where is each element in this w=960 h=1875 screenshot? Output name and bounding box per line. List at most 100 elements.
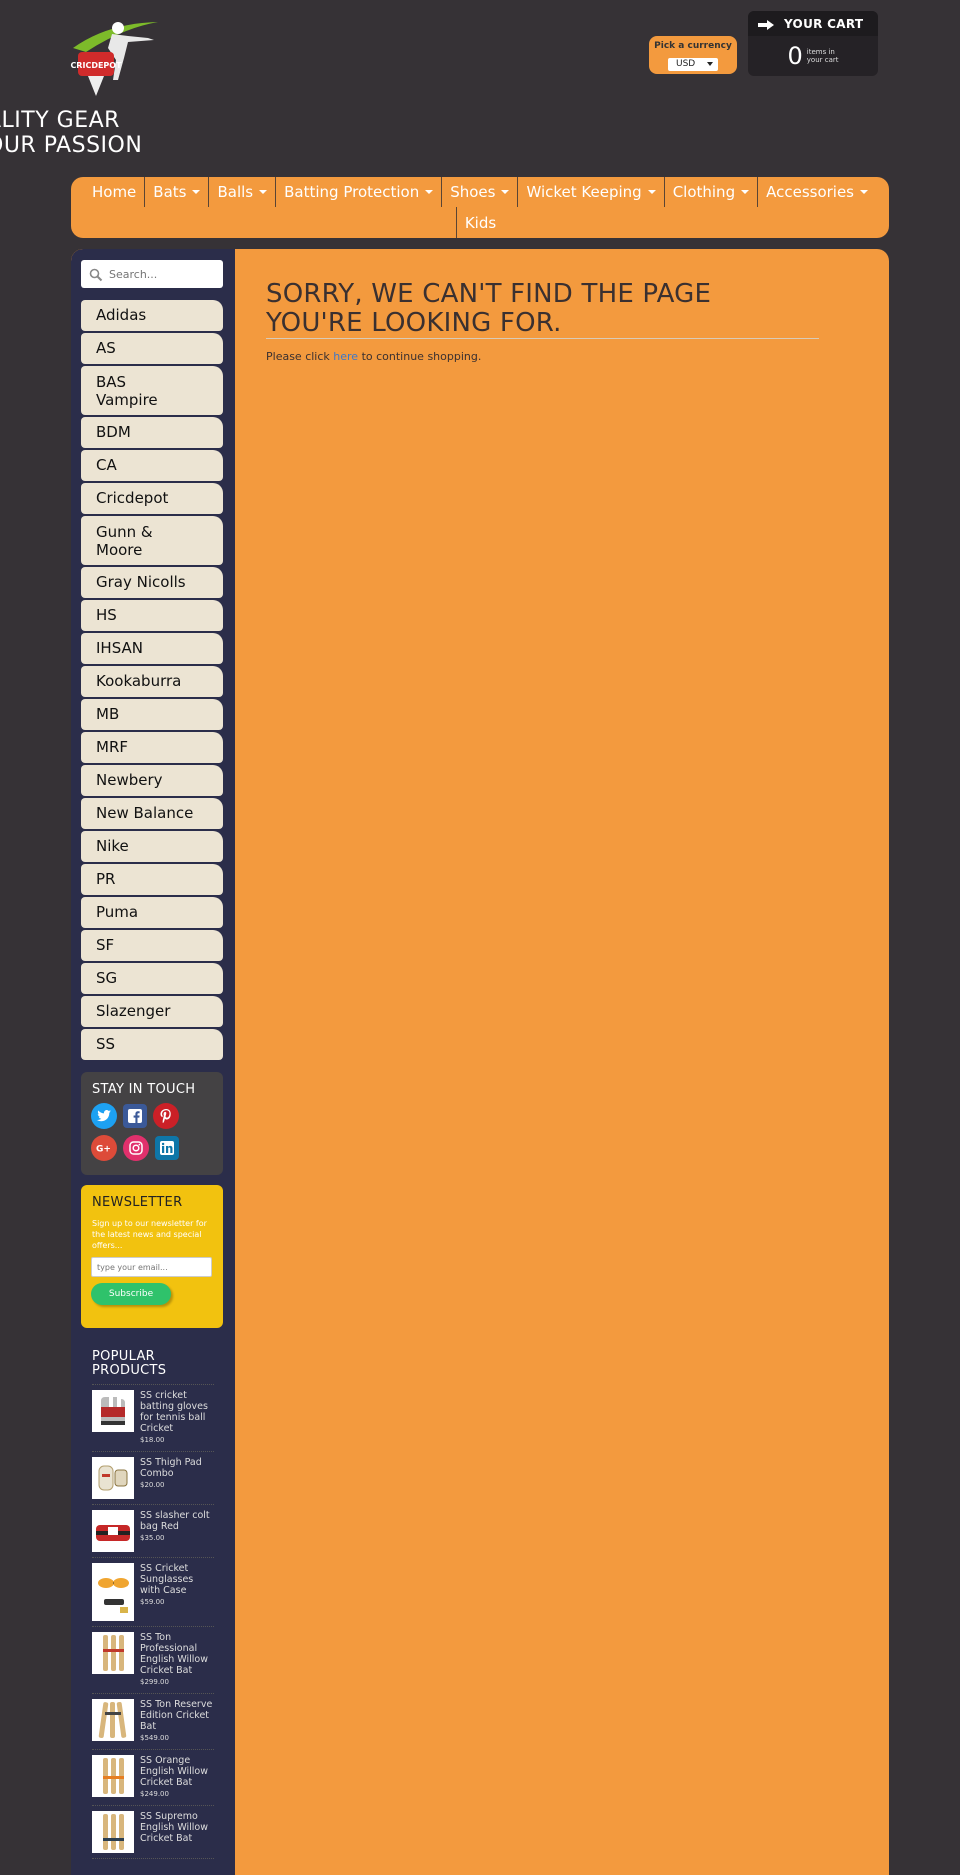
page-title: SORRY, WE CAN'T FIND THE PAGE YOU'RE LOO… bbox=[266, 280, 819, 339]
sidebar-item-mrf[interactable]: MRF bbox=[81, 732, 223, 763]
sidebar-item-ss[interactable]: SS bbox=[81, 1029, 223, 1060]
product-thumbnail[interactable] bbox=[92, 1632, 134, 1674]
nav-item-wicket-keeping[interactable]: Wicket Keeping bbox=[517, 177, 663, 207]
nav-item-home[interactable]: Home bbox=[84, 177, 144, 207]
google-plus-icon[interactable]: G+ bbox=[91, 1135, 117, 1161]
product-item[interactable]: SS Orange English Willow Cricket Bat $24… bbox=[92, 1750, 214, 1806]
product-item[interactable]: SS Thigh Pad Combo $20.00 bbox=[92, 1452, 214, 1505]
search-input[interactable] bbox=[109, 267, 209, 281]
product-item[interactable]: SS slasher colt bag Red $35.00 bbox=[92, 1505, 214, 1558]
product-name[interactable]: SS Ton Reserve Edition Cricket Bat bbox=[140, 1699, 214, 1732]
content-area: Adidas AS BAS Vampire BDM CA Cricdepot G… bbox=[71, 249, 889, 1875]
nav-item-shoes[interactable]: Shoes bbox=[441, 177, 517, 207]
product-name[interactable]: SS Thigh Pad Combo bbox=[140, 1457, 214, 1479]
sidebar-item-kookaburra[interactable]: Kookaburra bbox=[81, 666, 223, 697]
nav-item-balls[interactable]: Balls bbox=[208, 177, 275, 207]
product-name[interactable]: SS Supremo English Willow Cricket Bat bbox=[140, 1811, 214, 1844]
caret-down-icon bbox=[425, 190, 434, 194]
sidebar-item-pr[interactable]: PR bbox=[81, 864, 223, 895]
subscribe-button[interactable]: Subscribe bbox=[91, 1283, 171, 1305]
nav-item-accessories[interactable]: Accessories bbox=[757, 177, 876, 207]
product-thumbnail[interactable] bbox=[92, 1811, 134, 1853]
sidebar-item-adidas[interactable]: Adidas bbox=[81, 300, 223, 331]
cart-text-line-2: your cart bbox=[806, 56, 839, 64]
caret-down-icon bbox=[707, 62, 713, 66]
nav-label: Bats bbox=[153, 183, 187, 201]
nav-label: Accessories bbox=[766, 183, 854, 201]
product-name[interactable]: SS cricket batting gloves for tennis bal… bbox=[140, 1390, 214, 1434]
not-found-message: Please click here to continue shopping. bbox=[266, 350, 819, 363]
product-thumbnail[interactable] bbox=[92, 1390, 134, 1432]
site-logo[interactable]: CRICDEPOT bbox=[68, 18, 163, 103]
product-item[interactable]: SS Ton Professional English Willow Crick… bbox=[92, 1627, 214, 1694]
svg-text:G+: G+ bbox=[96, 1145, 111, 1154]
cart-count: 0 bbox=[787, 42, 803, 70]
sidebar-item-newbery[interactable]: Newbery bbox=[81, 765, 223, 796]
sidebar-item-puma[interactable]: Puma bbox=[81, 897, 223, 928]
twitter-icon[interactable] bbox=[91, 1103, 117, 1129]
product-item[interactable]: SS Supremo English Willow Cricket Bat bbox=[92, 1806, 214, 1859]
sidebar-item-sg[interactable]: SG bbox=[81, 963, 223, 994]
sidebar-item-gunn-moore[interactable]: Gunn & Moore bbox=[81, 516, 223, 565]
cart-title: YOUR CART bbox=[784, 16, 864, 31]
sidebar-item-bdm[interactable]: BDM bbox=[81, 417, 223, 448]
product-name[interactable]: SS Cricket Sunglasses with Case bbox=[140, 1563, 214, 1596]
stay-in-touch-title: STAY IN TOUCH bbox=[92, 1082, 196, 1097]
sidebar-item-sf[interactable]: SF bbox=[81, 930, 223, 961]
product-item[interactable]: SS cricket batting gloves for tennis bal… bbox=[92, 1385, 214, 1452]
product-price: $549.00 bbox=[140, 1734, 169, 1742]
newsletter-email-field[interactable] bbox=[91, 1257, 212, 1277]
nav-label: Balls bbox=[217, 183, 254, 201]
product-item[interactable]: SS Ton Reserve Edition Cricket Bat $549.… bbox=[92, 1694, 214, 1750]
caret-down-icon bbox=[860, 190, 868, 194]
page-title-line-1: SORRY, WE CAN'T FIND THE PAGE bbox=[266, 279, 712, 309]
logo-text: CRICDEPOT bbox=[70, 61, 122, 70]
nav-item-batting-protection[interactable]: Batting Protection bbox=[275, 177, 441, 207]
pinterest-icon[interactable] bbox=[153, 1103, 179, 1129]
facebook-icon[interactable] bbox=[123, 1104, 147, 1128]
product-thumbnail[interactable] bbox=[92, 1755, 134, 1797]
sidebar-item-as[interactable]: AS bbox=[81, 333, 223, 364]
message-prefix: Please click bbox=[266, 350, 334, 363]
nav-item-bats[interactable]: Bats bbox=[144, 177, 208, 207]
nav-item-kids[interactable]: Kids bbox=[455, 207, 504, 238]
cart-text-line-1: items in bbox=[806, 48, 835, 56]
product-thumbnail[interactable] bbox=[92, 1699, 134, 1741]
popular-products-title: POPULAR PRODUCTS bbox=[92, 1350, 214, 1385]
sidebar-item-nike[interactable]: Nike bbox=[81, 831, 223, 862]
product-thumbnail[interactable] bbox=[92, 1457, 134, 1499]
sidebar-item-ihsan[interactable]: IHSAN bbox=[81, 633, 223, 664]
popular-title-line-2: PRODUCTS bbox=[92, 1363, 167, 1378]
tagline-line-1: ALITY GEAR bbox=[0, 108, 120, 133]
currency-select[interactable]: USD bbox=[668, 58, 718, 71]
nav-item-clothing[interactable]: Clothing bbox=[663, 177, 757, 207]
sidebar: Adidas AS BAS Vampire BDM CA Cricdepot G… bbox=[71, 249, 235, 1875]
sidebar-item-new-balance[interactable]: New Balance bbox=[81, 798, 223, 829]
sidebar-item-slazenger[interactable]: Slazenger bbox=[81, 996, 223, 1027]
newsletter-text: Sign up to our newsletter for the latest… bbox=[92, 1219, 207, 1250]
instagram-icon[interactable] bbox=[123, 1135, 149, 1161]
product-name[interactable]: SS Orange English Willow Cricket Bat bbox=[140, 1755, 214, 1788]
message-suffix: to continue shopping. bbox=[358, 350, 482, 363]
sidebar-item-cricdepot[interactable]: Cricdepot bbox=[81, 483, 223, 514]
sidebar-item-ca[interactable]: CA bbox=[81, 450, 223, 481]
stay-in-touch-panel: STAY IN TOUCH G+ bbox=[81, 1072, 223, 1175]
popular-title-line-1: POPULAR bbox=[92, 1349, 155, 1364]
product-price: $249.00 bbox=[140, 1790, 169, 1798]
linkedin-icon[interactable] bbox=[155, 1136, 179, 1160]
product-thumbnail[interactable] bbox=[92, 1510, 134, 1552]
currency-picker: Pick a currency USD bbox=[649, 36, 737, 74]
cart-widget[interactable]: YOUR CART 0 items in your cart bbox=[748, 11, 878, 76]
nav-label: Kids bbox=[464, 213, 497, 232]
sidebar-item-hs[interactable]: HS bbox=[81, 600, 223, 631]
product-name[interactable]: SS slasher colt bag Red bbox=[140, 1510, 214, 1532]
product-item[interactable]: SS Cricket Sunglasses with Case $59.00 bbox=[92, 1558, 214, 1627]
sidebar-item-gray-nicolls[interactable]: Gray Nicolls bbox=[81, 567, 223, 598]
brand-label: BAS Vampire bbox=[96, 373, 158, 409]
sidebar-item-mb[interactable]: MB bbox=[81, 699, 223, 730]
continue-shopping-link[interactable]: here bbox=[333, 350, 358, 363]
product-thumbnail[interactable] bbox=[92, 1563, 134, 1621]
search-box bbox=[81, 260, 223, 288]
product-name[interactable]: SS Ton Professional English Willow Crick… bbox=[140, 1632, 214, 1676]
sidebar-item-bas-vampire[interactable]: BAS Vampire bbox=[81, 366, 223, 415]
